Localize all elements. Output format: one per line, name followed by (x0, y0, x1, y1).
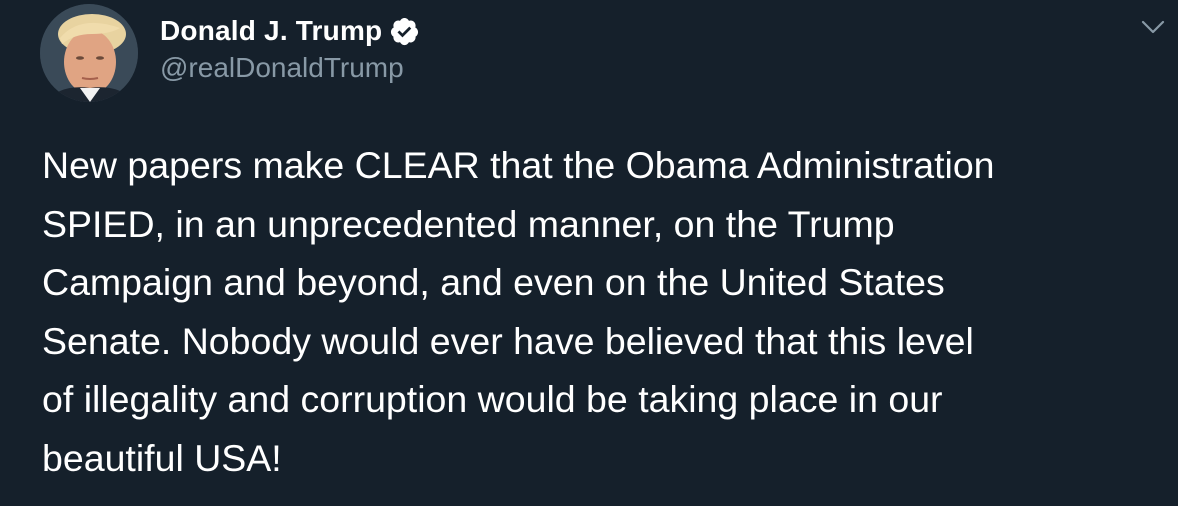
verified-badge-icon (389, 16, 420, 47)
tweet-card: Donald J. Trump @realDonaldTrump New pap… (0, 0, 1178, 506)
chevron-down-icon[interactable] (1140, 18, 1166, 36)
author-name-row: Donald J. Trump (160, 12, 420, 50)
author-display-name[interactable]: Donald J. Trump (160, 15, 382, 47)
avatar-image (40, 4, 138, 102)
author-handle[interactable]: @realDonaldTrump (160, 52, 404, 84)
tweet-text: New papers make CLEAR that the Obama Adm… (42, 144, 995, 479)
avatar[interactable] (40, 4, 138, 102)
